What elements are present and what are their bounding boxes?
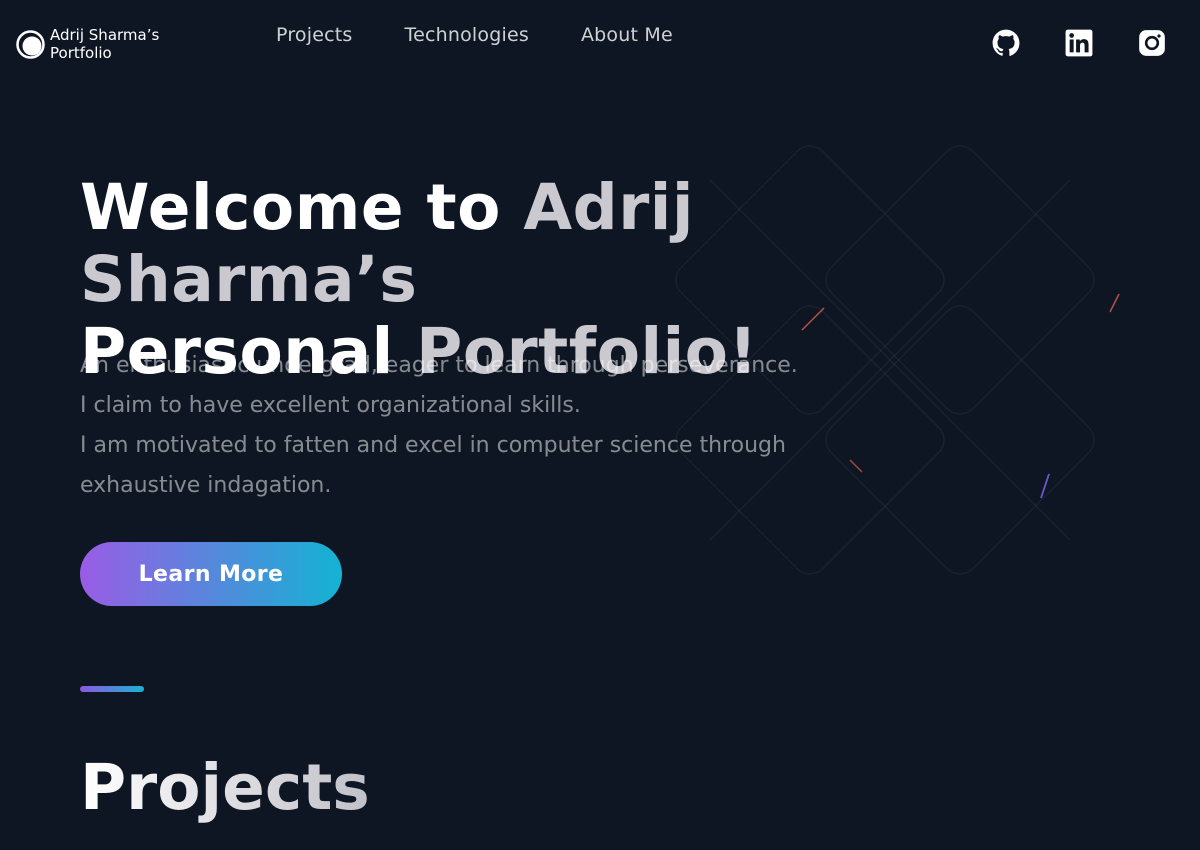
brand-link[interactable]: Adrij Sharma’s Portfolio	[16, 26, 159, 62]
hero-desc-line-2: I claim to have excellent organizational…	[80, 393, 581, 418]
linkedin-link[interactable]	[1065, 29, 1093, 57]
hero-description: An enthusiastic undergrad, eager to lear…	[80, 346, 860, 506]
social-links	[947, 29, 1166, 57]
section-divider	[80, 686, 144, 692]
brand-line-2: Portfolio	[50, 44, 112, 62]
github-icon	[992, 29, 1020, 56]
learn-more-button[interactable]: Learn More	[80, 542, 342, 606]
brand-line-1: Adrij Sharma’s	[50, 26, 160, 44]
projects-section-title: Projects	[80, 751, 370, 824]
portfolio-page: Adrij Sharma’s Portfolio Projects Techno…	[0, 0, 1200, 850]
nav-link-about-me[interactable]: About Me	[581, 24, 673, 46]
circle-logo-icon	[16, 29, 45, 59]
top-nav: Adrij Sharma’s Portfolio Projects Techno…	[0, 0, 1200, 88]
linkedin-icon	[1065, 29, 1093, 57]
nav-link-projects[interactable]: Projects	[276, 24, 353, 46]
instagram-link[interactable]	[1138, 29, 1166, 57]
hero-title-bright-1: Welcome to	[80, 171, 524, 244]
instagram-icon	[1139, 30, 1165, 56]
github-link[interactable]	[992, 29, 1020, 57]
hero-desc-line-1: An enthusiastic undergrad, eager to lear…	[80, 353, 798, 378]
nav-links: Projects Technologies About Me	[276, 24, 725, 46]
hero-desc-line-3: I am motivated to fatten and excel in co…	[80, 433, 786, 498]
brand-name: Adrij Sharma’s Portfolio	[50, 26, 159, 62]
nav-link-technologies[interactable]: Technologies	[405, 24, 529, 46]
